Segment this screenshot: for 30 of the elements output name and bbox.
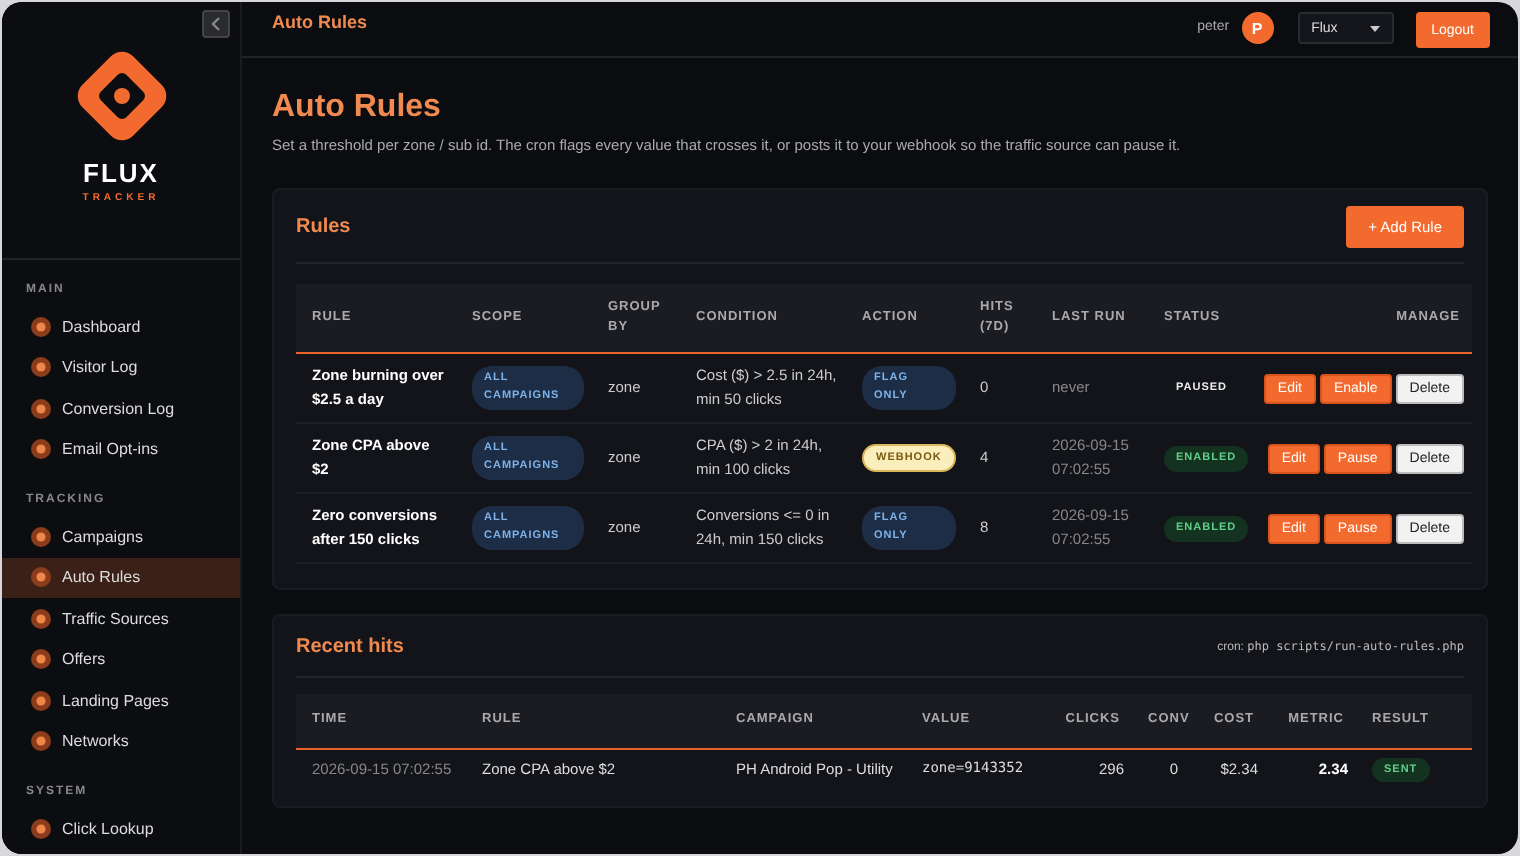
nav-item[interactable]: Click Lookup <box>2 808 240 849</box>
card-title: Rules <box>296 215 351 237</box>
chevron-left-icon <box>210 16 222 32</box>
nav-item[interactable]: Landing Pages <box>2 680 240 721</box>
nav-item[interactable]: Conversion Log <box>2 388 240 429</box>
page-title: Auto Rules <box>272 90 443 126</box>
nav-item[interactable]: Auto Rules <box>2 557 240 598</box>
emblem-icon <box>30 356 52 379</box>
emblem-icon <box>30 397 52 420</box>
nav-item[interactable]: Campaigns <box>2 516 240 557</box>
caret-icon <box>1369 25 1380 31</box>
emblem-icon <box>30 689 52 712</box>
emblem-icon <box>30 730 52 753</box>
emblem-icon <box>30 817 52 840</box>
collapse-button[interactable] <box>202 10 230 38</box>
topbar-title: Auto Rules <box>272 10 368 36</box>
logo-name: FLUX <box>83 158 159 188</box>
nav-item[interactable]: Networks <box>2 721 240 762</box>
emblem-icon <box>30 525 52 548</box>
emblem-icon <box>30 566 52 589</box>
nav-item[interactable]: Visitor Log <box>2 347 240 388</box>
nav-item[interactable]: Traffic Sources <box>2 598 240 639</box>
nav-item[interactable]: Offers <box>2 639 240 680</box>
nav-item[interactable]: Email Opt-ins <box>2 429 240 470</box>
emblem-icon <box>30 315 52 338</box>
emblem-icon <box>30 607 52 630</box>
nav-item[interactable]: Dashboard <box>2 306 240 347</box>
card-title: Recent hits <box>296 635 404 657</box>
emblem-icon <box>30 438 52 461</box>
emblem-icon <box>30 648 52 671</box>
